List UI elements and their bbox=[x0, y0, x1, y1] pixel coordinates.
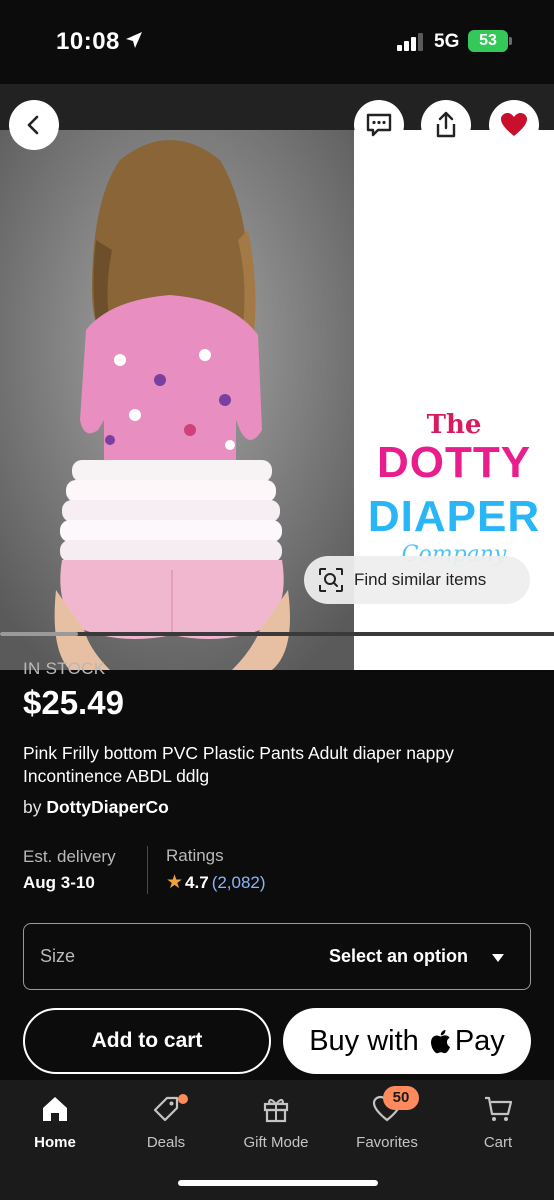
nav-label: Gift Mode bbox=[243, 1134, 309, 1151]
caret-down-icon bbox=[492, 954, 504, 962]
stock-status: IN STOCK bbox=[23, 659, 106, 678]
seller-name[interactable]: DottyDiaperCo bbox=[46, 797, 169, 817]
battery-tip bbox=[509, 37, 512, 45]
rating-count[interactable]: (2,082) bbox=[212, 873, 266, 893]
cart-icon bbox=[481, 1092, 515, 1126]
gallery-scroll-thumb bbox=[0, 632, 78, 636]
star-icon: ★ bbox=[166, 872, 184, 893]
share-button[interactable] bbox=[421, 100, 471, 150]
delivery-value: Aug 3-10 bbox=[23, 873, 95, 892]
nav-home[interactable]: Home bbox=[5, 1092, 105, 1156]
message-seller-button[interactable] bbox=[354, 100, 404, 150]
nav-favorites[interactable]: 50 Favorites bbox=[337, 1086, 437, 1156]
back-button[interactable] bbox=[9, 100, 59, 150]
logo-text-dotty: DOTTY bbox=[376, 438, 532, 487]
status-bar: 10:08 5G 53 bbox=[0, 0, 554, 84]
heart-icon bbox=[501, 113, 527, 136]
listing-title: Pink Frilly bottom PVC Plastic Pants Adu… bbox=[23, 743, 454, 786]
message-icon bbox=[366, 113, 392, 137]
pay-label: Pay bbox=[454, 1024, 505, 1057]
signal-bars-icon bbox=[397, 33, 423, 51]
size-label: Size bbox=[40, 946, 76, 966]
favorite-button[interactable] bbox=[489, 100, 539, 150]
gallery-scroll-indicator bbox=[0, 632, 554, 636]
nav-gift-mode[interactable]: Gift Mode bbox=[226, 1092, 326, 1156]
network-type: 5G bbox=[434, 31, 460, 52]
favorites-badge-count: 50 bbox=[383, 1086, 419, 1110]
nav-deals[interactable]: Deals bbox=[116, 1092, 216, 1156]
buy-with-apple-pay-button[interactable]: Buy with Pay bbox=[283, 1008, 531, 1074]
ratings-link[interactable]: ★ 4.7 (2,082) bbox=[166, 871, 266, 894]
nav-label: Cart bbox=[483, 1134, 513, 1151]
size-value: Select an option bbox=[328, 946, 468, 966]
price: $25.49 bbox=[23, 684, 124, 721]
delivery-label: Est. delivery bbox=[23, 847, 116, 866]
logo-text-diaper: DIAPER bbox=[367, 492, 541, 541]
add-to-cart-button[interactable]: Add to cart bbox=[23, 1008, 271, 1074]
seller-link[interactable]: by DottyDiaperCo bbox=[23, 797, 169, 818]
product-photo[interactable] bbox=[0, 130, 354, 670]
deals-badge-dot bbox=[178, 1094, 188, 1104]
battery-icon: 53 bbox=[468, 30, 508, 52]
nav-label: Favorites bbox=[356, 1134, 418, 1151]
nav-label: Home bbox=[34, 1134, 76, 1151]
rating-value: 4.7 bbox=[185, 872, 209, 892]
ratings-label: Ratings bbox=[166, 846, 224, 865]
product-image-gallery[interactable]: The DOTTY DIAPER Company bbox=[0, 84, 554, 670]
home-indicator bbox=[178, 1180, 378, 1186]
buy-with-label: Buy with bbox=[309, 1024, 419, 1057]
size-select[interactable]: Size Select an option bbox=[23, 923, 531, 990]
divider bbox=[147, 846, 148, 894]
apple-logo-icon bbox=[430, 1030, 450, 1054]
share-icon bbox=[436, 111, 456, 138]
product-photo-illustration bbox=[0, 130, 354, 670]
battery-level: 53 bbox=[479, 32, 497, 49]
find-similar-label: Find similar items bbox=[354, 570, 487, 589]
back-chevron-icon bbox=[27, 115, 39, 135]
logo-text-the: The bbox=[426, 410, 482, 440]
gift-icon bbox=[259, 1092, 293, 1126]
location-arrow-icon bbox=[126, 32, 142, 48]
status-time: 10:08 bbox=[56, 28, 120, 55]
nav-label: Deals bbox=[146, 1134, 186, 1151]
seller-prefix: by bbox=[23, 797, 42, 817]
visual-search-icon bbox=[319, 568, 343, 592]
nav-cart[interactable]: Cart bbox=[448, 1092, 548, 1156]
find-similar-button[interactable]: Find similar items bbox=[304, 556, 530, 604]
home-icon bbox=[38, 1092, 72, 1126]
